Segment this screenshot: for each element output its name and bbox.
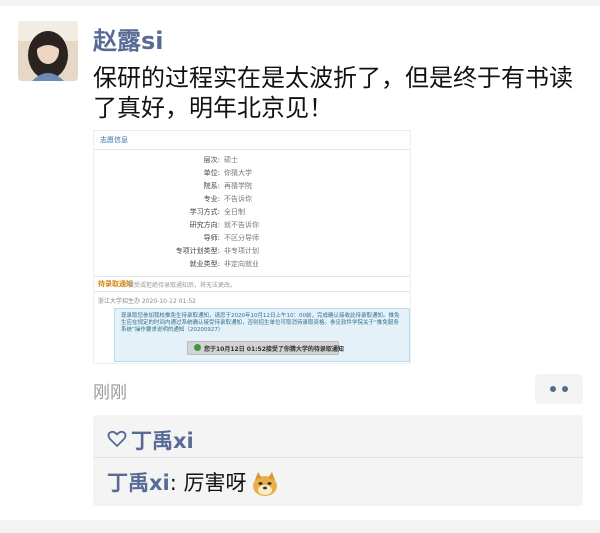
comment-text: : 厉害呀 xyxy=(169,471,247,495)
notice-text: 现录取您参加我校推免生待录取通知，请您于2020年10月12日上午10：00前，… xyxy=(121,313,400,333)
more-dots-icon xyxy=(550,386,556,392)
notice-box: 现录取您参加我校推免生待录取通知，请您于2020年10月12日上午10：00前，… xyxy=(114,308,410,362)
comment-row[interactable]: 丁禹xi: 厉害呀 xyxy=(107,467,279,498)
info-row: 学习方式: 全日制 xyxy=(189,208,245,216)
info-row: 研究方向: 就不告诉你 xyxy=(189,221,259,229)
accepted-button: 您于10月12日 01:52接受了你猜大学的待录取通知 xyxy=(187,341,344,355)
info-row: 层次: 硕士 xyxy=(203,156,238,164)
bottom-divider xyxy=(0,520,600,533)
image-header-title: 志愿信息 xyxy=(100,136,128,144)
top-divider xyxy=(0,0,600,6)
like-username[interactable]: 丁禹xi xyxy=(131,425,194,455)
more-button[interactable] xyxy=(535,374,583,404)
panel-divider xyxy=(93,457,583,458)
info-row: 专业: 不告诉你 xyxy=(203,195,252,203)
info-row: 就业类型: 非定向就业 xyxy=(189,260,259,268)
admission-notice-note: 接受或拒绝待录取通知后，将无法更改。 xyxy=(128,282,237,289)
more-dots-icon xyxy=(562,386,568,392)
post-username[interactable]: 赵露si xyxy=(93,26,164,56)
admission-notice-header: 待录取通知 接受或拒绝待录取通知后，将无法更改。 xyxy=(94,276,410,292)
heart-icon xyxy=(107,430,127,447)
notice-sender: 浙江大学招生办 2020-10-12 01:52 xyxy=(98,298,196,305)
info-row: 专项计划类型: 非专项计划 xyxy=(175,247,259,255)
post-time: 刚刚 xyxy=(93,383,127,403)
avatar-image xyxy=(18,21,78,81)
info-row: 院系: 再猜学院 xyxy=(203,182,252,190)
doge-emoji-icon xyxy=(251,470,279,498)
info-row: 导师: 不区分导师 xyxy=(203,234,259,242)
info-row: 单位: 你猜大学 xyxy=(203,169,252,177)
image-header: 志愿信息 xyxy=(94,131,410,150)
interaction-panel: 丁禹xi 丁禹xi: 厉害呀 xyxy=(93,415,583,506)
check-icon xyxy=(194,344,201,351)
accepted-button-label: 您于10月12日 01:52接受了你猜大学的待录取通知 xyxy=(204,346,344,353)
post-image[interactable]: 志愿信息 层次: 硕士 单位: 你猜大学 院系: 再猜学院 专业: 不告诉你 学习方式:… xyxy=(93,130,411,364)
post-text: 保研的过程实在是太波折了，但是终于有书读了真好，明年北京见！ xyxy=(93,64,573,122)
avatar[interactable] xyxy=(18,21,78,81)
comment-username[interactable]: 丁禹xi xyxy=(107,471,170,495)
